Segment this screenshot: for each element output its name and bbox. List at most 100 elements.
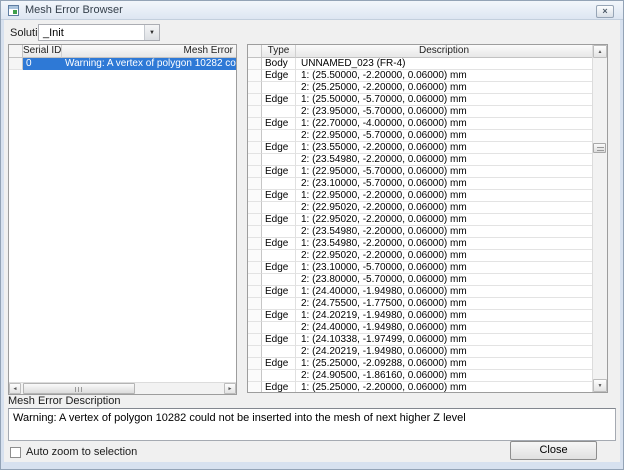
table-row[interactable]: 2: (23.54980, -2.20000, 0.06000) mm: [248, 154, 592, 166]
scroll-left-button[interactable]: ◄: [9, 383, 21, 394]
table-row[interactable]: Edge 1: (23.10000, -5.70000, 0.06000) mm: [248, 262, 592, 274]
row-selector-cell[interactable]: [248, 358, 262, 370]
row-selector-cell[interactable]: [248, 118, 262, 130]
detail-desc-cell[interactable]: 1: (25.25000, -2.09288, 0.06000) mm: [296, 358, 592, 370]
detail-desc-cell[interactable]: 2: (25.25000, -2.20000, 0.06000) mm: [296, 82, 592, 94]
detail-type-cell[interactable]: Edge: [262, 262, 296, 274]
detail-type-cell[interactable]: Edge: [262, 190, 296, 202]
detail-type-cell[interactable]: [262, 202, 296, 214]
detail-type-cell[interactable]: Edge: [262, 334, 296, 346]
table-row[interactable]: Edge 1: (22.95020, -2.20000, 0.06000) mm: [248, 214, 592, 226]
row-selector-cell[interactable]: [248, 274, 262, 286]
row-selector-cell[interactable]: [248, 58, 262, 70]
table-row[interactable]: Edge 1: (25.25000, -2.09288, 0.06000) mm: [248, 358, 592, 370]
scroll-up-button[interactable]: ▲: [593, 45, 607, 58]
detail-type-cell[interactable]: Edge: [262, 310, 296, 322]
detail-type-cell[interactable]: [262, 178, 296, 190]
detail-type-cell[interactable]: [262, 322, 296, 334]
row-selector-cell[interactable]: [248, 154, 262, 166]
serial-id-cell[interactable]: 0: [23, 58, 62, 70]
row-selector-cell[interactable]: [248, 82, 262, 94]
row-selector-cell[interactable]: [248, 190, 262, 202]
combo-dropdown-button[interactable]: ▼: [144, 25, 159, 40]
row-selector-cell[interactable]: [248, 106, 262, 118]
table-row[interactable]: Edge 1: (24.10338, -1.97499, 0.06000) mm: [248, 334, 592, 346]
vertical-scrollbar-track[interactable]: [593, 58, 607, 379]
detail-desc-cell[interactable]: 1: (25.50000, -2.20000, 0.06000) mm: [296, 70, 592, 82]
detail-desc-cell[interactable]: 2: (24.90500, -1.86160, 0.06000) mm: [296, 370, 592, 382]
horizontal-scrollbar[interactable]: ◄ ►: [9, 382, 236, 394]
row-selector-cell[interactable]: [248, 178, 262, 190]
row-selector-cell[interactable]: [248, 346, 262, 358]
serial-id-column-header[interactable]: Serial ID: [23, 45, 62, 58]
table-row[interactable]: 2: (24.40000, -1.94980, 0.06000) mm: [248, 322, 592, 334]
title-bar[interactable]: Mesh Error Browser: [1, 1, 623, 20]
table-row[interactable]: Edge 1: (23.55000, -2.20000, 0.06000) mm: [248, 142, 592, 154]
row-selector-cell[interactable]: [248, 70, 262, 82]
row-selector-cell[interactable]: [248, 166, 262, 178]
window-close-icon[interactable]: ×: [596, 5, 614, 18]
table-row[interactable]: Body UNNAMED_023 (FR-4): [248, 58, 592, 70]
detail-type-cell[interactable]: Edge: [262, 166, 296, 178]
detail-type-cell[interactable]: Edge: [262, 94, 296, 106]
detail-desc-cell[interactable]: 2: (22.95000, -5.70000, 0.06000) mm: [296, 130, 592, 142]
table-row[interactable]: Edge 1: (24.40000, -1.94980, 0.06000) mm: [248, 286, 592, 298]
type-column-header[interactable]: Type: [262, 45, 296, 58]
row-selector-cell[interactable]: [248, 334, 262, 346]
detail-desc-cell[interactable]: 1: (23.10000, -5.70000, 0.06000) mm: [296, 262, 592, 274]
mesh-error-column-header[interactable]: Mesh Error: [62, 45, 236, 58]
detail-desc-cell[interactable]: 2: (23.10000, -5.70000, 0.06000) mm: [296, 178, 592, 190]
detail-desc-cell[interactable]: 1: (24.40000, -1.94980, 0.06000) mm: [296, 286, 592, 298]
detail-type-cell[interactable]: Edge: [262, 382, 296, 392]
horizontal-scrollbar-track[interactable]: [21, 383, 224, 394]
table-row[interactable]: Edge 1: (23.54980, -2.20000, 0.06000) mm: [248, 238, 592, 250]
detail-desc-cell[interactable]: 1: (22.95020, -2.20000, 0.06000) mm: [296, 214, 592, 226]
row-selector-cell[interactable]: [9, 58, 23, 70]
row-selector-cell[interactable]: [248, 286, 262, 298]
row-selector-cell[interactable]: [248, 94, 262, 106]
mesh-error-cell[interactable]: Warning: A vertex of polygon 10282 could…: [62, 58, 236, 70]
table-row[interactable]: 2: (23.10000, -5.70000, 0.06000) mm: [248, 178, 592, 190]
row-selector-cell[interactable]: [248, 238, 262, 250]
table-row[interactable]: Edge 1: (22.95000, -2.20000, 0.06000) mm: [248, 190, 592, 202]
table-row[interactable]: Edge 1: (24.20219, -1.94980, 0.06000) mm: [248, 310, 592, 322]
detail-type-cell[interactable]: Body: [262, 58, 296, 70]
table-row[interactable]: Edge 1: (22.95000, -5.70000, 0.06000) mm: [248, 166, 592, 178]
row-selector-cell[interactable]: [248, 298, 262, 310]
scroll-right-button[interactable]: ►: [224, 383, 236, 394]
detail-desc-cell[interactable]: 2: (22.95020, -2.20000, 0.06000) mm: [296, 202, 592, 214]
detail-type-cell[interactable]: Edge: [262, 118, 296, 130]
scroll-down-button[interactable]: ▼: [593, 379, 607, 392]
detail-type-cell[interactable]: [262, 106, 296, 118]
detail-type-cell[interactable]: [262, 226, 296, 238]
table-row[interactable]: Edge 1: (25.50000, -2.20000, 0.06000) mm: [248, 70, 592, 82]
table-row[interactable]: Edge 1: (22.70000, -4.00000, 0.06000) mm: [248, 118, 592, 130]
detail-type-cell[interactable]: Edge: [262, 214, 296, 226]
table-row[interactable]: 2: (23.54980, -2.20000, 0.06000) mm: [248, 226, 592, 238]
detail-desc-cell[interactable]: 2: (22.95020, -2.20000, 0.06000) mm: [296, 250, 592, 262]
detail-type-cell[interactable]: Edge: [262, 238, 296, 250]
detail-desc-cell[interactable]: 1: (23.54980, -2.20000, 0.06000) mm: [296, 238, 592, 250]
row-selector-cell[interactable]: [248, 262, 262, 274]
detail-type-cell[interactable]: [262, 82, 296, 94]
description-column-header[interactable]: Description: [296, 45, 592, 58]
detail-desc-cell[interactable]: 1: (25.25000, -2.20000, 0.06000) mm: [296, 382, 592, 392]
table-row[interactable]: 2: (25.25000, -2.20000, 0.06000) mm: [248, 82, 592, 94]
close-button[interactable]: Close: [510, 441, 597, 460]
row-selector-cell[interactable]: [248, 310, 262, 322]
row-selector-cell[interactable]: [248, 322, 262, 334]
detail-desc-cell[interactable]: 1: (22.95000, -5.70000, 0.06000) mm: [296, 166, 592, 178]
horizontal-scrollbar-thumb[interactable]: [23, 383, 135, 394]
detail-desc-cell[interactable]: 2: (23.54980, -2.20000, 0.06000) mm: [296, 154, 592, 166]
detail-desc-cell[interactable]: 2: (23.95000, -5.70000, 0.06000) mm: [296, 106, 592, 118]
detail-desc-cell[interactable]: 2: (24.75500, -1.77500, 0.06000) mm: [296, 298, 592, 310]
table-row[interactable]: 2: (24.75500, -1.77500, 0.06000) mm: [248, 298, 592, 310]
row-selector-cell[interactable]: [248, 226, 262, 238]
detail-desc-cell[interactable]: 1: (22.95000, -2.20000, 0.06000) mm: [296, 190, 592, 202]
detail-type-cell[interactable]: [262, 346, 296, 358]
detail-desc-cell[interactable]: 1: (23.55000, -2.20000, 0.06000) mm: [296, 142, 592, 154]
detail-desc-cell[interactable]: 1: (25.50000, -5.70000, 0.06000) mm: [296, 94, 592, 106]
detail-type-cell[interactable]: Edge: [262, 358, 296, 370]
row-selector-cell[interactable]: [248, 202, 262, 214]
detail-type-cell[interactable]: [262, 250, 296, 262]
